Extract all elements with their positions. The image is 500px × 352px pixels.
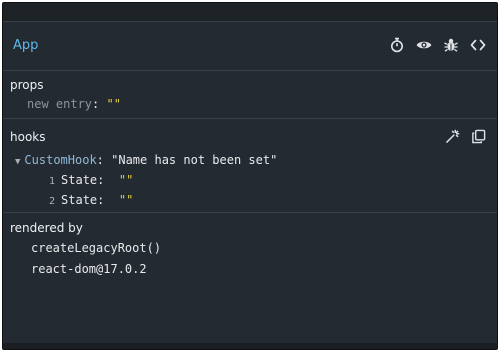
rendered-by-title: rendered by bbox=[10, 221, 83, 235]
magic-wand-icon[interactable] bbox=[443, 127, 461, 145]
hook-index: 1 bbox=[49, 176, 56, 187]
hooks-title: hooks bbox=[10, 130, 46, 144]
hook-colon: : bbox=[97, 193, 119, 207]
prop-key: new entry bbox=[27, 97, 93, 111]
bottom-edge bbox=[3, 343, 497, 349]
inspector-header: App bbox=[3, 22, 497, 71]
eye-icon[interactable] bbox=[415, 36, 433, 54]
prop-row[interactable]: new entry: "" bbox=[27, 97, 121, 111]
copy-icon[interactable] bbox=[469, 127, 487, 145]
component-inspector-panel: App props new entry: "" hooks ▼ CustomHo… bbox=[2, 2, 498, 350]
prop-value[interactable]: "" bbox=[106, 97, 120, 111]
code-icon[interactable] bbox=[469, 36, 487, 54]
hook-state-row[interactable]: 2 State: "" bbox=[49, 193, 133, 207]
hook-state-row[interactable]: 1 State: "" bbox=[49, 173, 133, 187]
custom-hook-value: "Name has not been set" bbox=[111, 153, 278, 167]
caret-down-icon[interactable]: ▼ bbox=[15, 157, 20, 167]
bug-icon[interactable] bbox=[442, 36, 460, 54]
stopwatch-icon[interactable] bbox=[388, 36, 406, 54]
rendered-by-section: rendered by createLegacyRoot() react-dom… bbox=[3, 213, 497, 313]
top-bar bbox=[3, 3, 497, 22]
selected-component-name: App bbox=[13, 38, 39, 53]
props-section: props new entry: "" bbox=[3, 71, 497, 119]
prop-colon: : bbox=[92, 97, 107, 111]
props-title: props bbox=[10, 78, 44, 92]
hook-state-value[interactable]: "" bbox=[119, 173, 133, 187]
hook-colon: : bbox=[97, 173, 119, 187]
hooks-toolbar bbox=[443, 127, 487, 145]
header-toolbar bbox=[388, 36, 487, 54]
hook-colon: : bbox=[96, 153, 112, 167]
rendered-by-item[interactable]: react-dom@17.0.2 bbox=[31, 262, 147, 276]
hook-index: 2 bbox=[49, 196, 56, 207]
hooks-section: hooks ▼ CustomHook: "Name has not been s… bbox=[3, 119, 497, 213]
hook-state-value[interactable]: "" bbox=[119, 193, 133, 207]
hook-state-label: State bbox=[61, 173, 98, 187]
hook-state-label: State bbox=[61, 193, 98, 207]
rendered-by-item[interactable]: createLegacyRoot() bbox=[31, 241, 161, 255]
custom-hook-row[interactable]: ▼ CustomHook: "Name has not been set" bbox=[15, 153, 277, 167]
custom-hook-name: CustomHook bbox=[24, 153, 97, 167]
